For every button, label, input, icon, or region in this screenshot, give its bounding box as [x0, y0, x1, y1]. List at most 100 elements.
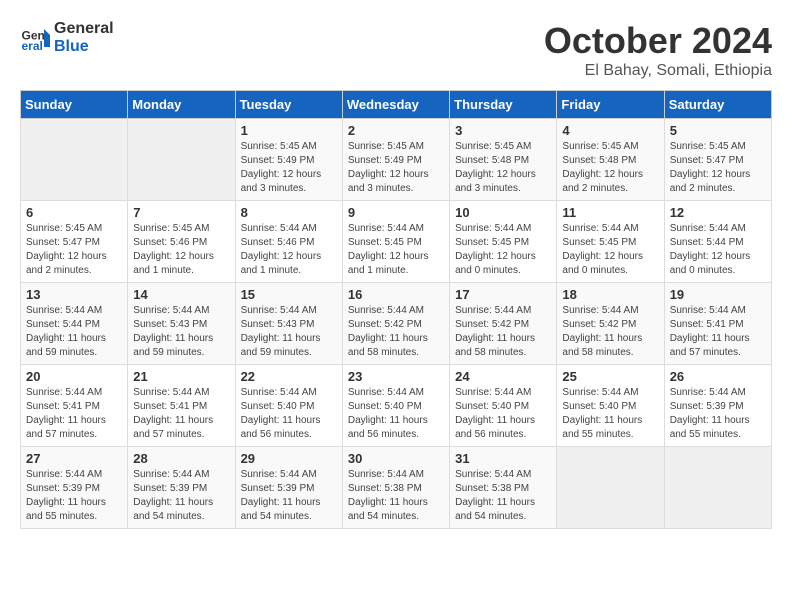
calendar-week-3: 13 Sunrise: 5:44 AM Sunset: 5:44 PM Dayli…: [21, 283, 772, 365]
day-number: 31: [455, 451, 551, 466]
day-info: Sunrise: 5:44 AM Sunset: 5:39 PM Dayligh…: [26, 468, 122, 524]
calendar-cell: [664, 447, 771, 529]
calendar-cell: 15Sunrise: 5:44 AM Sunset: 5:43 PM Dayli…: [235, 283, 342, 365]
day-number: 12: [670, 205, 766, 220]
day-info: Sunrise: 5:44 AM Sunset: 5:42 PM Dayligh…: [348, 304, 444, 360]
day-number: 8: [241, 205, 337, 220]
weekday-header-saturday: Saturday: [664, 91, 771, 119]
calendar-week-2: 6Sunrise: 5:45 AM Sunset: 5:47 PM Daylig…: [21, 201, 772, 283]
day-info: Sunrise: 5:44 AM Sunset: 5:40 PM Dayligh…: [241, 386, 337, 442]
day-info: Sunrise: 5:44 AM Sunset: 5:40 PM Dayligh…: [348, 386, 444, 442]
day-number: 27: [26, 451, 122, 466]
day-info: Sunrise: 5:44 AM Sunset: 5:46 PM Dayligh…: [241, 222, 337, 278]
page-header: Gen eral General Blue October 2024 El Ba…: [20, 20, 772, 80]
day-number: 7: [133, 205, 229, 220]
weekday-header-tuesday: Tuesday: [235, 91, 342, 119]
calendar-cell: 29 Sunrise: 5:44 AM Sunset: 5:39 PM Dayli…: [235, 447, 342, 529]
logo-line1: General: [54, 20, 114, 38]
day-info: Sunrise: 5:44 AM Sunset: 5:45 PM Dayligh…: [348, 222, 444, 278]
calendar-cell: 3 Sunrise: 5:45 AM Sunset: 5:48 PM Daylig…: [450, 119, 557, 201]
calendar-cell: 20Sunrise: 5:44 AM Sunset: 5:41 PM Dayli…: [21, 365, 128, 447]
day-info: Sunrise: 5:44 AM Sunset: 5:44 PM Dayligh…: [670, 222, 766, 278]
calendar-week-5: 27 Sunrise: 5:44 AM Sunset: 5:39 PM Dayli…: [21, 447, 772, 529]
day-number: 2: [348, 123, 444, 138]
calendar-cell: 10 Sunrise: 5:44 AM Sunset: 5:45 PM Dayli…: [450, 201, 557, 283]
weekday-header-row: SundayMondayTuesdayWednesdayThursdayFrid…: [21, 91, 772, 119]
day-number: 30: [348, 451, 444, 466]
calendar-cell: 17Sunrise: 5:44 AM Sunset: 5:42 PM Dayli…: [450, 283, 557, 365]
day-number: 19: [670, 287, 766, 302]
day-info: Sunrise: 5:44 AM Sunset: 5:38 PM Dayligh…: [455, 468, 551, 524]
calendar-cell: 23Sunrise: 5:44 AM Sunset: 5:40 PM Dayli…: [342, 365, 449, 447]
day-number: 22: [241, 369, 337, 384]
day-number: 26: [670, 369, 766, 384]
day-info: Sunrise: 5:44 AM Sunset: 5:39 PM Dayligh…: [133, 468, 229, 524]
day-info: Sunrise: 5:45 AM Sunset: 5:49 PM Dayligh…: [348, 140, 444, 196]
svg-text:eral: eral: [22, 39, 43, 53]
weekday-header-monday: Monday: [128, 91, 235, 119]
calendar-cell: 2 Sunrise: 5:45 AM Sunset: 5:49 PM Daylig…: [342, 119, 449, 201]
day-info: Sunrise: 5:45 AM Sunset: 5:47 PM Dayligh…: [670, 140, 766, 196]
calendar-cell: 8 Sunrise: 5:44 AM Sunset: 5:46 PM Daylig…: [235, 201, 342, 283]
location-subtitle: El Bahay, Somali, Ethiopia: [544, 62, 772, 80]
logo: Gen eral General Blue: [20, 20, 114, 56]
calendar-cell: 13 Sunrise: 5:44 AM Sunset: 5:44 PM Dayli…: [21, 283, 128, 365]
calendar-table: SundayMondayTuesdayWednesdayThursdayFrid…: [20, 90, 772, 529]
calendar-cell: 9Sunrise: 5:44 AM Sunset: 5:45 PM Daylig…: [342, 201, 449, 283]
calendar-cell: 30 Sunrise: 5:44 AM Sunset: 5:38 PM Dayli…: [342, 447, 449, 529]
calendar-cell: 14 Sunrise: 5:44 AM Sunset: 5:43 PM Dayli…: [128, 283, 235, 365]
day-info: Sunrise: 5:44 AM Sunset: 5:43 PM Dayligh…: [241, 304, 337, 360]
day-number: 11: [562, 205, 658, 220]
day-number: 20: [26, 369, 122, 384]
weekday-header-thursday: Thursday: [450, 91, 557, 119]
calendar-week-4: 20 Sunrise: 5:44 AM Sunset: 5:41 PM Dayli…: [21, 365, 772, 447]
day-number: 28: [133, 451, 229, 466]
day-number: 3: [455, 123, 551, 138]
calendar-cell: 16 Sunrise: 5:44 AM Sunset: 5:42 PM Dayli…: [342, 283, 449, 365]
day-info: Sunrise: 5:44 AM Sunset: 5:39 PM Dayligh…: [241, 468, 337, 524]
day-number: 21: [133, 369, 229, 384]
day-info: Sunrise: 5:45 AM Sunset: 5:48 PM Dayligh…: [455, 140, 551, 196]
calendar-cell: 4Sunrise: 5:45 AM Sunset: 5:48 PM Daylig…: [557, 119, 664, 201]
calendar-cell: 7 Sunrise: 5:45 AM Sunset: 5:46 PM Daylig…: [128, 201, 235, 283]
calendar-cell: 28 Sunrise: 5:44 AM Sunset: 5:39 PM Dayli…: [128, 447, 235, 529]
day-info: Sunrise: 5:44 AM Sunset: 5:39 PM Dayligh…: [670, 386, 766, 442]
day-info: Sunrise: 5:44 AM Sunset: 5:45 PM Dayligh…: [455, 222, 551, 278]
calendar-cell: 25 Sunrise: 5:44 AM Sunset: 5:40 PM Dayli…: [557, 365, 664, 447]
calendar-cell: 19 Sunrise: 5:44 AM Sunset: 5:41 PM Dayli…: [664, 283, 771, 365]
calendar-cell: 24Sunrise: 5:44 AM Sunset: 5:40 PM Dayli…: [450, 365, 557, 447]
calendar-cell: 5Sunrise: 5:45 AM Sunset: 5:47 PM Daylig…: [664, 119, 771, 201]
calendar-cell: [557, 447, 664, 529]
day-number: 13: [26, 287, 122, 302]
day-number: 1: [241, 123, 337, 138]
day-info: Sunrise: 5:44 AM Sunset: 5:44 PM Dayligh…: [26, 304, 122, 360]
day-info: Sunrise: 5:44 AM Sunset: 5:40 PM Dayligh…: [455, 386, 551, 442]
day-info: Sunrise: 5:44 AM Sunset: 5:40 PM Dayligh…: [562, 386, 658, 442]
day-number: 14: [133, 287, 229, 302]
weekday-header-friday: Friday: [557, 91, 664, 119]
day-number: 10: [455, 205, 551, 220]
calendar-cell: [21, 119, 128, 201]
day-info: Sunrise: 5:45 AM Sunset: 5:46 PM Dayligh…: [133, 222, 229, 278]
day-number: 29: [241, 451, 337, 466]
weekday-header-wednesday: Wednesday: [342, 91, 449, 119]
day-info: Sunrise: 5:44 AM Sunset: 5:43 PM Dayligh…: [133, 304, 229, 360]
title-block: October 2024 El Bahay, Somali, Ethiopia: [544, 20, 772, 80]
day-info: Sunrise: 5:44 AM Sunset: 5:41 PM Dayligh…: [670, 304, 766, 360]
day-number: 16: [348, 287, 444, 302]
calendar-cell: 18Sunrise: 5:44 AM Sunset: 5:42 PM Dayli…: [557, 283, 664, 365]
day-info: Sunrise: 5:44 AM Sunset: 5:38 PM Dayligh…: [348, 468, 444, 524]
calendar-cell: 22 Sunrise: 5:44 AM Sunset: 5:40 PM Dayli…: [235, 365, 342, 447]
logo-line2: Blue: [54, 38, 114, 56]
day-number: 18: [562, 287, 658, 302]
day-number: 25: [562, 369, 658, 384]
calendar-cell: 1 Sunrise: 5:45 AM Sunset: 5:49 PM Daylig…: [235, 119, 342, 201]
day-info: Sunrise: 5:44 AM Sunset: 5:41 PM Dayligh…: [133, 386, 229, 442]
calendar-cell: 26 Sunrise: 5:44 AM Sunset: 5:39 PM Dayli…: [664, 365, 771, 447]
calendar-cell: 12 Sunrise: 5:44 AM Sunset: 5:44 PM Dayli…: [664, 201, 771, 283]
month-title: October 2024: [544, 20, 772, 62]
logo-icon: Gen eral: [20, 23, 50, 53]
calendar-cell: 21 Sunrise: 5:44 AM Sunset: 5:41 PM Dayli…: [128, 365, 235, 447]
calendar-cell: [128, 119, 235, 201]
day-info: Sunrise: 5:45 AM Sunset: 5:49 PM Dayligh…: [241, 140, 337, 196]
